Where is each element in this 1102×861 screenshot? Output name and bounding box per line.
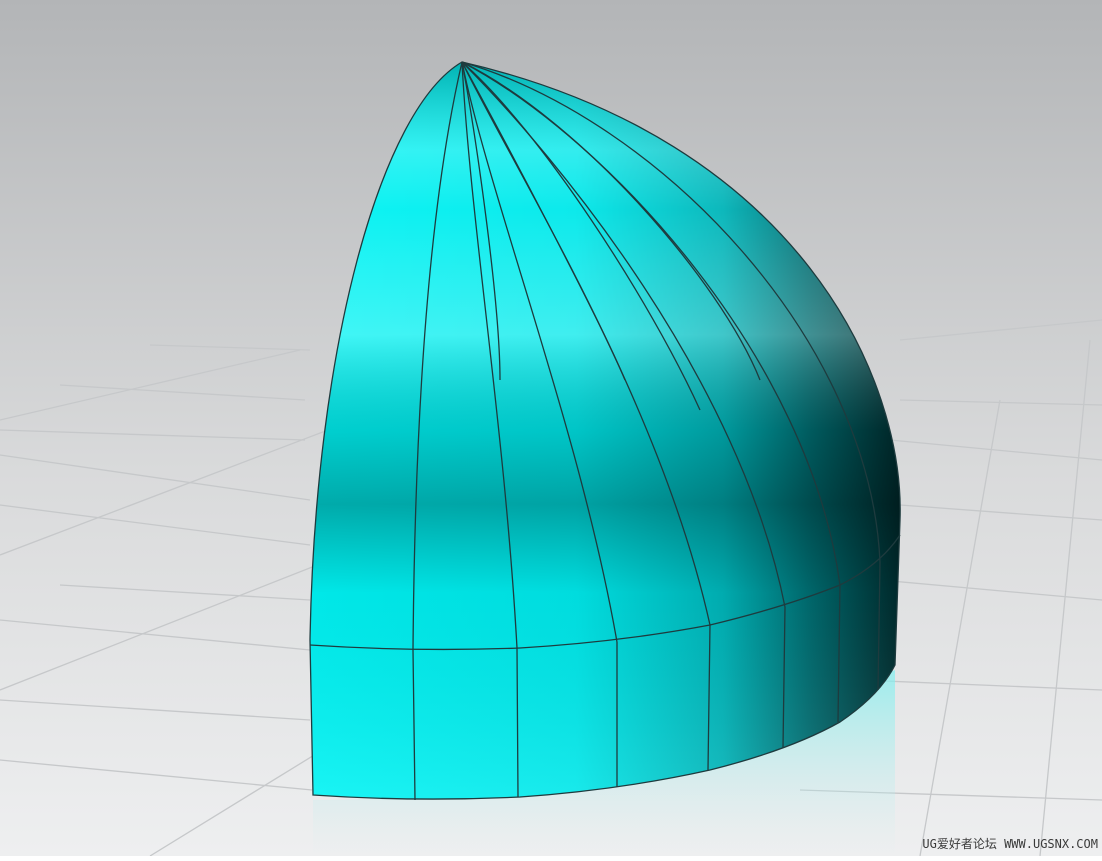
- 3d-model-render: [0, 0, 1102, 857]
- graphics-viewport[interactable]: UG爱好者论坛 WWW.UGSNX.COM: [0, 0, 1102, 857]
- watermark-text: UG爱好者论坛 WWW.UGSNX.COM: [922, 837, 1098, 851]
